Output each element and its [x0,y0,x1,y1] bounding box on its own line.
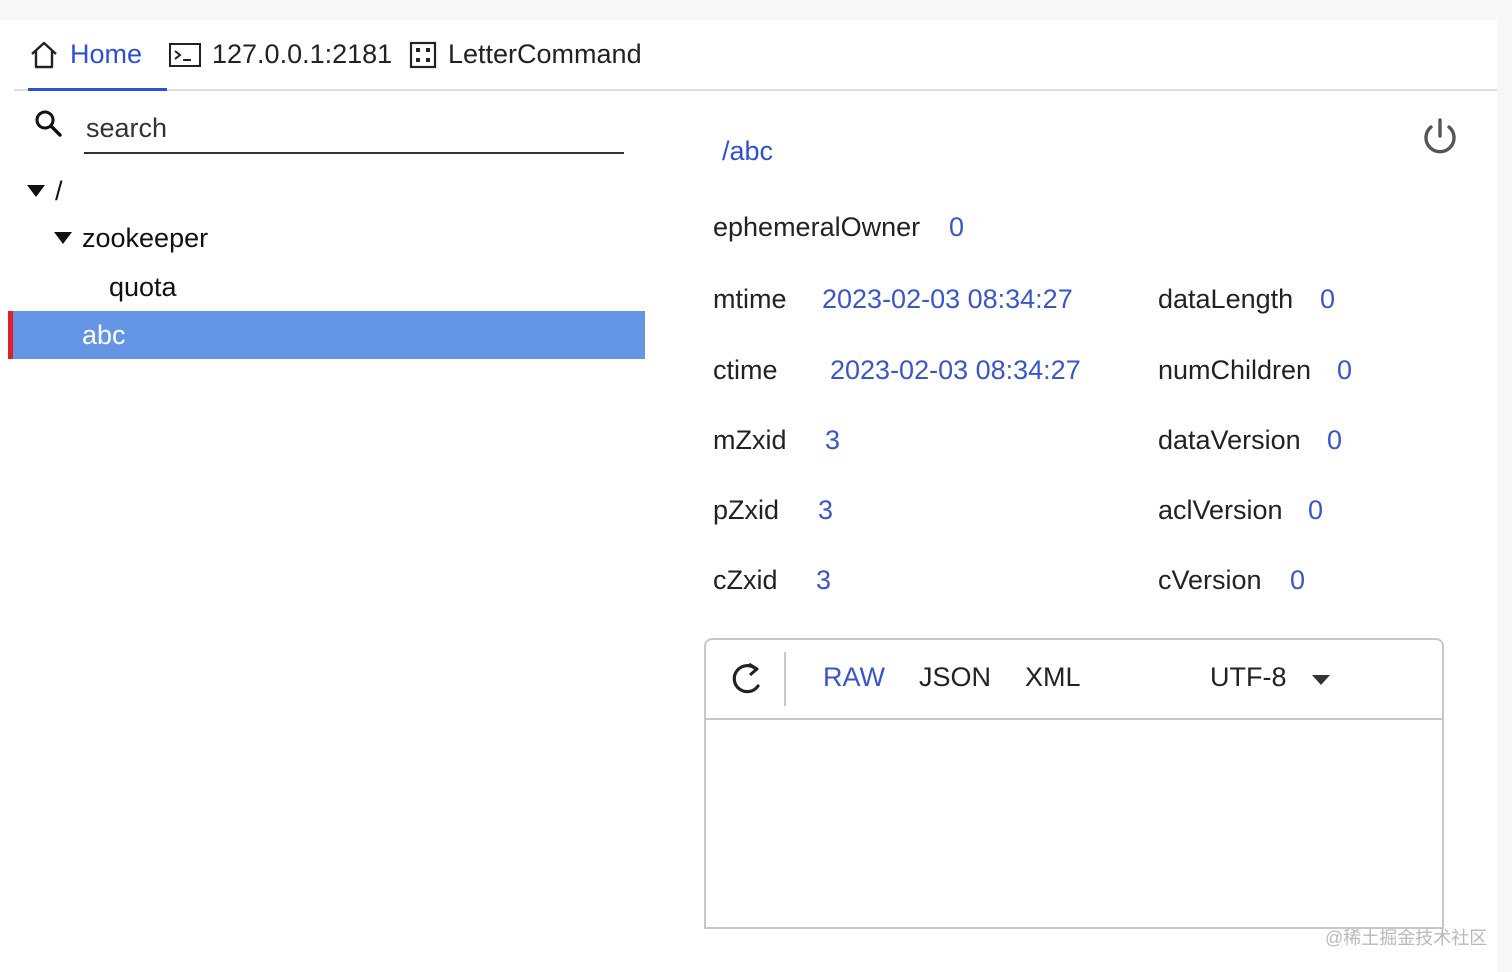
home-icon [28,39,60,71]
stat-acl-version: aclVersion 0 [1158,493,1323,527]
stat-label: ephemeralOwner [713,212,921,242]
stat-label: pZxid [713,495,780,525]
node-path: /abc [722,136,774,166]
format-xml-button[interactable]: XML [1025,662,1081,693]
stat-pzxid: pZxid 3 [713,493,833,527]
stat-value: 3 [816,565,832,595]
toolbar-divider [784,652,786,706]
search-icon[interactable] [33,108,63,143]
tree-node-selected[interactable]: abc [8,311,645,359]
data-content-area[interactable] [706,720,1442,927]
dice-icon [408,40,438,70]
search-input[interactable] [84,104,624,154]
viewer-toolbar: RAW JSON XML UTF-8 [706,640,1442,720]
tree-node-quota[interactable]: quota [109,263,177,311]
tab-connection[interactable]: 127.0.0.1:2181 [168,20,392,89]
stat-label: aclVersion [1158,495,1283,525]
stat-c-version: cVersion 0 [1158,563,1305,597]
stat-czxid: cZxid 3 [713,563,831,597]
stat-label: mZxid [713,425,787,455]
stat-label: ctime [713,355,778,385]
stat-value: 0 [949,212,965,242]
stat-value: 0 [1327,425,1343,455]
stat-label: dataVersion [1158,425,1301,455]
stat-value: 2023-02-03 08:34:27 [830,355,1081,385]
tree-node-selected-label: abc [82,320,126,350]
chevron-down-icon[interactable] [1312,675,1330,685]
stat-value: 3 [818,495,834,525]
tab-home-label: Home [70,39,143,69]
stat-value: 2023-02-03 08:34:27 [822,284,1073,314]
stat-data-length: dataLength 0 [1158,282,1335,316]
tree-node-zookeeper-label: zookeeper [82,222,209,253]
tree-node-zookeeper[interactable]: zookeeper [54,214,208,262]
stat-label: cZxid [713,565,778,595]
tab-bar: Home 127.0.0.1:2181 LetterCommand [14,20,1497,91]
stat-ctime: ctime 2023-02-03 08:34:27 [713,353,1081,387]
chevron-down-icon[interactable] [27,185,45,197]
stat-value: 0 [1308,495,1324,525]
stat-label: mtime [713,284,787,314]
stat-value: 3 [825,425,841,455]
data-viewer: RAW JSON XML UTF-8 [704,638,1444,929]
tree-node-root[interactable]: / [27,167,63,215]
format-raw-button[interactable]: RAW [823,662,885,693]
encoding-select[interactable]: UTF-8 [1210,662,1287,693]
stat-value: 0 [1290,565,1306,595]
tab-home[interactable]: Home [28,20,167,91]
tree-node-quota-label: quota [109,271,177,302]
stat-mtime: mtime 2023-02-03 08:34:27 [713,282,1073,316]
chevron-down-icon[interactable] [54,232,72,244]
tab-lettercommand[interactable]: LetterCommand [408,20,642,89]
refresh-icon[interactable] [730,660,764,703]
tab-connection-label: 127.0.0.1:2181 [212,39,393,69]
power-icon[interactable] [1419,116,1461,163]
terminal-icon [168,41,202,69]
stat-label: numChildren [1158,355,1312,385]
tab-lettercommand-label: LetterCommand [448,39,642,69]
tree-node-root-label: / [55,175,63,206]
stat-data-version: dataVersion 0 [1158,423,1342,457]
stat-value: 0 [1320,284,1336,314]
stat-mzxid: mZxid 3 [713,423,840,457]
watermark: @稀土掘金技术社区 [1325,928,1488,948]
stat-label: dataLength [1158,284,1294,314]
stat-value: 0 [1337,355,1353,385]
stat-ephemeral-owner: ephemeralOwner 0 [713,210,964,244]
stat-label: cVersion [1158,565,1262,595]
app-window: Home 127.0.0.1:2181 LetterCommand / zook… [0,20,1497,972]
stat-num-children: numChildren 0 [1158,353,1352,387]
format-json-button[interactable]: JSON [919,662,991,693]
